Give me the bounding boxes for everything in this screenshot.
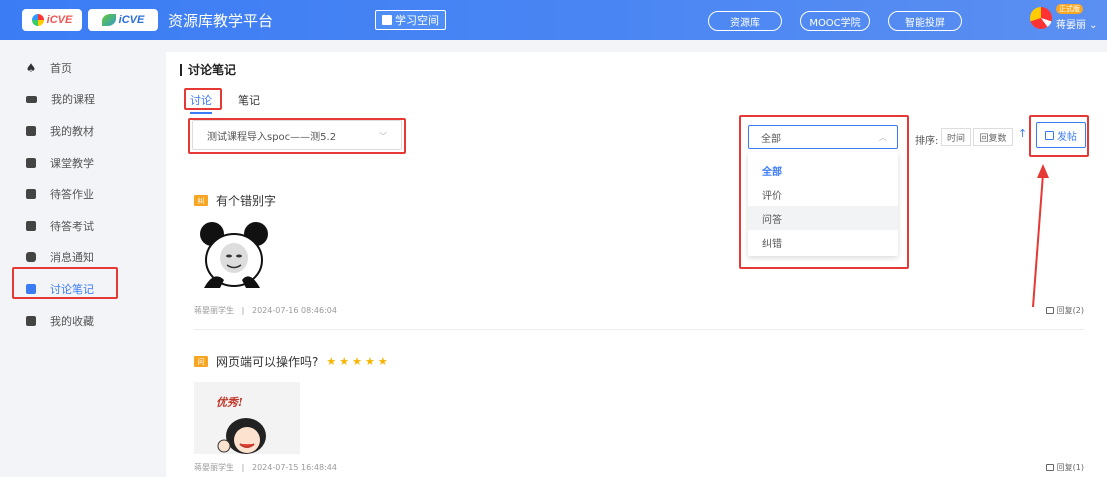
post-type-tag: 纠 [194,195,208,206]
highlight-box-course [188,118,406,154]
post-image-meme[interactable] [194,220,270,288]
meta-separator: | [241,306,245,315]
post-type-tag: 问 [194,356,208,367]
sidebar-item-label: 待答作业 [50,188,94,202]
sort-direction-icon[interactable]: ↑ [1018,127,1027,140]
sticker-text: 优秀! [216,396,243,409]
sidebar-item-label: 消息通知 [50,251,94,265]
sort-label: 排序: [915,136,939,147]
logo-group[interactable]: iCVE iCVE 资源库教学平台 [22,8,273,32]
sidebar-item-label: 我的收藏 [50,314,94,328]
user-name: 蒋晏丽 ⌄ [1056,20,1098,31]
study-space-icon [382,15,392,25]
post-time: 2024-07-16 08:46:04 [251,306,337,315]
icve-dot-icon [31,14,44,26]
post-item[interactable]: 纠 有个错别字 [194,192,1084,209]
reply-button[interactable]: 回复(1) [1045,462,1084,473]
post-time: 2024-07-15 16:48:44 [251,463,337,472]
reply-button[interactable]: 回复(2) [1045,305,1084,316]
homework-icon [26,189,36,200]
courses-icon [26,95,37,103]
cartoon-girl-icon [217,418,266,454]
post-item[interactable]: 问 网页端可以操作吗? ★★★★★ [194,353,1084,370]
sidebar-item-label: 我的课程 [51,93,95,107]
comment-icon [1045,307,1054,314]
post-title[interactable]: 有个错别字 [216,192,276,209]
sort-by-replies[interactable]: 回复数 [973,128,1013,146]
post-divider [194,329,1084,330]
version-badge: 正式版 [1056,4,1083,14]
sidebar-item-homework[interactable]: 待答作业 [0,178,160,210]
sidebar-item-exams[interactable]: 待答考试 [0,210,160,242]
highlight-box-post [1029,115,1089,157]
icve-logo: iCVE [22,9,82,31]
home-icon: ♠ [25,60,37,75]
reply-count: 回复(1) [1056,463,1084,472]
post-image-sticker[interactable]: 优秀! [194,382,300,454]
icve-logo-text: iCVE [46,14,73,26]
platform-title: 资源库教学平台 [168,11,274,30]
sidebar-item-home[interactable]: ♠ 首页 [0,52,160,84]
post-meta: 蒋晏丽学生 | 2024-07-16 08:46:04 [194,305,337,316]
favorite-icon [26,315,36,326]
post-meta: 蒋晏丽学生 | 2024-07-15 16:48:44 [194,462,337,473]
nav-resource-library[interactable]: 资源库 [708,11,782,31]
study-space-label: 学习空间 [395,14,439,27]
sidebar-item-label: 课堂教学 [50,156,94,170]
icve-cloud-text: iCVE [118,14,145,26]
play-icon [26,157,36,168]
red-arrow-annotation [1032,164,1049,308]
book-icon [26,125,36,136]
comment-icon [1045,464,1054,471]
sidebar-item-favorites[interactable]: 我的收藏 [0,305,160,337]
user-logo-icon [1030,6,1052,29]
sidebar-item-classroom[interactable]: 课堂教学 [0,147,160,179]
sort-by-time[interactable]: 时间 [941,128,971,146]
study-space-button[interactable]: 学习空间 [375,10,446,30]
page-title: 讨论笔记 [180,64,236,76]
nav-mooc[interactable]: MOOC学院 [800,11,870,31]
reply-count: 回复(2) [1056,306,1084,315]
user-menu[interactable]: 正式版 蒋晏丽 ⌄ [1030,4,1098,31]
message-icon [26,252,36,263]
post-author: 蒋晏丽学生 [194,306,234,315]
sidebar-item-label: 待答考试 [50,219,94,233]
sidebar-item-label: 我的教材 [50,124,94,138]
sidebar-item-label: 首页 [50,61,72,75]
meta-separator: | [241,463,245,472]
post-author: 蒋晏丽学生 [194,463,234,472]
leaf-icon [101,14,116,26]
top-header: iCVE iCVE 资源库教学平台 学习空间 资源库 MOOC学院 智能投屏 正… [0,0,1107,40]
sidebar-item-courses[interactable]: 我的课程 [0,84,160,116]
sidebar-item-textbooks[interactable]: 我的教材 [0,115,160,147]
nav-smart-screen[interactable]: 智能投屏 [888,11,962,31]
rating-stars: ★★★★★ [326,355,391,368]
tab-notes[interactable]: 笔记 [238,92,260,114]
exam-icon [26,220,36,231]
post-title[interactable]: 网页端可以操作吗? [216,353,318,370]
highlight-box-sidebar [12,267,118,299]
main-panel: 讨论笔记 讨论 笔记 测试课程导入spoc——测5.2 ﹀ 全部 ︿ 全部 评价… [166,52,1107,477]
icve-cloud-logo: iCVE [88,9,158,31]
highlight-box-tab [184,88,222,110]
